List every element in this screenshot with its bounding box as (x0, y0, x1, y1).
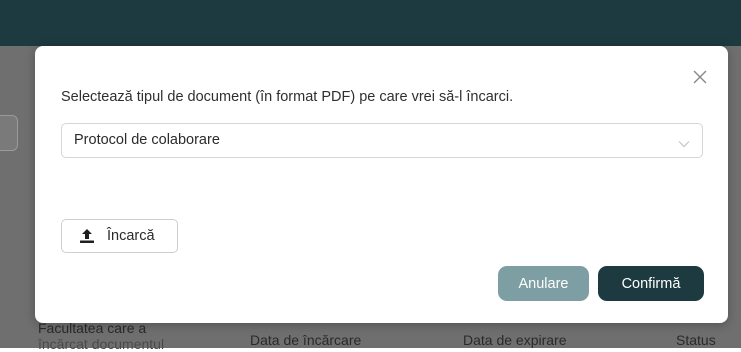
upload-button-label: Încarcă (107, 228, 155, 244)
document-type-select[interactable]: Protocol de colaborare (61, 123, 703, 158)
close-icon[interactable] (691, 68, 709, 86)
upload-document-modal: Selectează tipul de document (în format … (35, 46, 728, 323)
background-card (0, 115, 18, 151)
top-navbar (0, 0, 741, 46)
upload-icon (79, 228, 95, 244)
column-header-expiry-date: Data de expirare (463, 332, 567, 348)
column-header-faculty: Facultatea care a încărcat documentul (38, 320, 165, 352)
column-header-upload-date: Data de încărcare (250, 332, 362, 348)
modal-prompt: Selectează tipul de document (în format … (61, 89, 514, 105)
confirm-button[interactable]: Confirmă (598, 266, 704, 301)
cancel-button[interactable]: Anulare (498, 266, 589, 301)
column-header-status: Status (676, 332, 716, 348)
document-type-value: Protocol de colaborare (74, 132, 220, 148)
chevron-down-icon (678, 135, 690, 148)
upload-button[interactable]: Încarcă (61, 219, 178, 253)
